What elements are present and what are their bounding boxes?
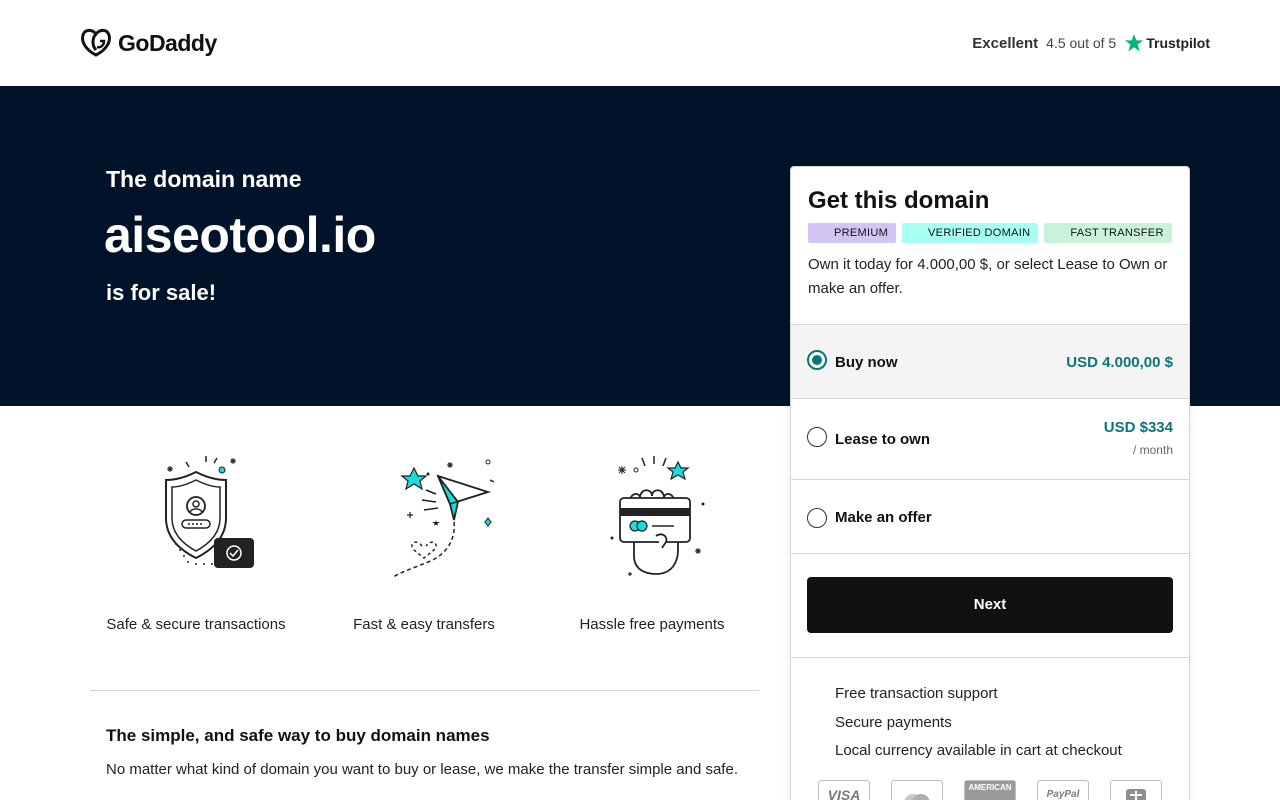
godaddy-logo-icon — [81, 28, 111, 57]
paypal-icon: PayPal — [1037, 780, 1089, 800]
top-bar: GoDaddy Excellent 4.5 out of 5 Trustpilo… — [0, 0, 1280, 86]
option-buy-now[interactable]: Buy now USD 4.000,00 $ — [791, 324, 1189, 398]
hero-subtitle: is for sale! — [106, 280, 217, 305]
trustpilot-brand: Trustpilot — [1124, 33, 1210, 53]
radio-buy-now[interactable] — [807, 350, 827, 370]
benefit-item: Local currency available in cart at chec… — [835, 742, 1122, 759]
paper-plane-icon — [391, 459, 494, 579]
option-label: Make an offer — [835, 509, 932, 526]
option-period: / month — [1132, 443, 1173, 457]
feature-transfer: Fast & easy transfers — [324, 446, 524, 633]
feature-label: Safe & secure transactions — [106, 616, 286, 633]
hand-card-icon — [610, 456, 705, 576]
premium-badge: PREMIUM — [808, 223, 897, 243]
trustpilot-rating[interactable]: Excellent 4.5 out of 5 Trustpilot — [972, 33, 1210, 53]
card-title: Get this domain — [808, 187, 990, 214]
trustpilot-star-icon — [1125, 34, 1144, 52]
info-heading: The simple, and safe way to buy domain n… — [106, 726, 490, 745]
feature-payments: Hassle free payments — [552, 446, 752, 633]
amex-icon: AMERICAN — [964, 780, 1016, 800]
hero-pretitle: The domain name — [106, 166, 302, 192]
radio-make-offer[interactable] — [807, 508, 827, 528]
trustpilot-text: Trustpilot — [1146, 35, 1210, 51]
shield-user-icon — [165, 456, 254, 568]
payment-methods: VISA AMERICAN PayPal — [818, 780, 1162, 800]
badge-row: PREMIUM VERIFIED DOMAIN FAST TRANSFER — [808, 223, 1172, 243]
benefit-item: Free transaction support — [835, 685, 998, 702]
next-button[interactable]: Next — [807, 577, 1173, 633]
option-price: USD $334 — [1103, 419, 1173, 436]
godaddy-logo[interactable]: GoDaddy — [80, 28, 217, 58]
feature-label: Hassle free payments — [579, 616, 725, 633]
radio-lease-to-own[interactable] — [807, 427, 827, 447]
rating-label: Excellent — [972, 34, 1039, 52]
benefits-list: Free transaction support Secure payments… — [791, 657, 1189, 766]
alipay-icon — [1110, 780, 1162, 800]
purchase-card: Get this domain PREMIUM VERIFIED DOMAIN … — [790, 166, 1190, 800]
feature-secure: Safe & secure transactions — [96, 446, 296, 633]
brand-name: GoDaddy — [118, 29, 217, 56]
card-description: Own it today for 4.000,00 $, or select L… — [808, 256, 1168, 297]
option-label: Lease to own — [835, 431, 931, 448]
option-label: Buy now — [835, 354, 898, 371]
next-section: Next — [791, 553, 1189, 657]
mastercard-icon — [891, 780, 943, 800]
option-lease-to-own[interactable]: Lease to own USD $334 / month — [791, 398, 1189, 479]
verified-badge: VERIFIED DOMAIN — [902, 223, 1039, 243]
feature-label: Fast & easy transfers — [353, 616, 495, 633]
option-make-offer[interactable]: Make an offer — [791, 479, 1189, 553]
visa-icon: VISA — [818, 780, 870, 800]
rating-score: 4.5 out of 5 — [1046, 35, 1117, 51]
benefit-item: Secure payments — [835, 713, 952, 731]
option-price: USD 4.000,00 $ — [1066, 354, 1173, 371]
fast-transfer-badge: FAST TRANSFER — [1044, 223, 1172, 243]
info-text: No matter what kind of domain you want t… — [106, 761, 738, 778]
domain-name: aiseotool.io — [104, 207, 376, 263]
section-divider — [90, 690, 759, 691]
